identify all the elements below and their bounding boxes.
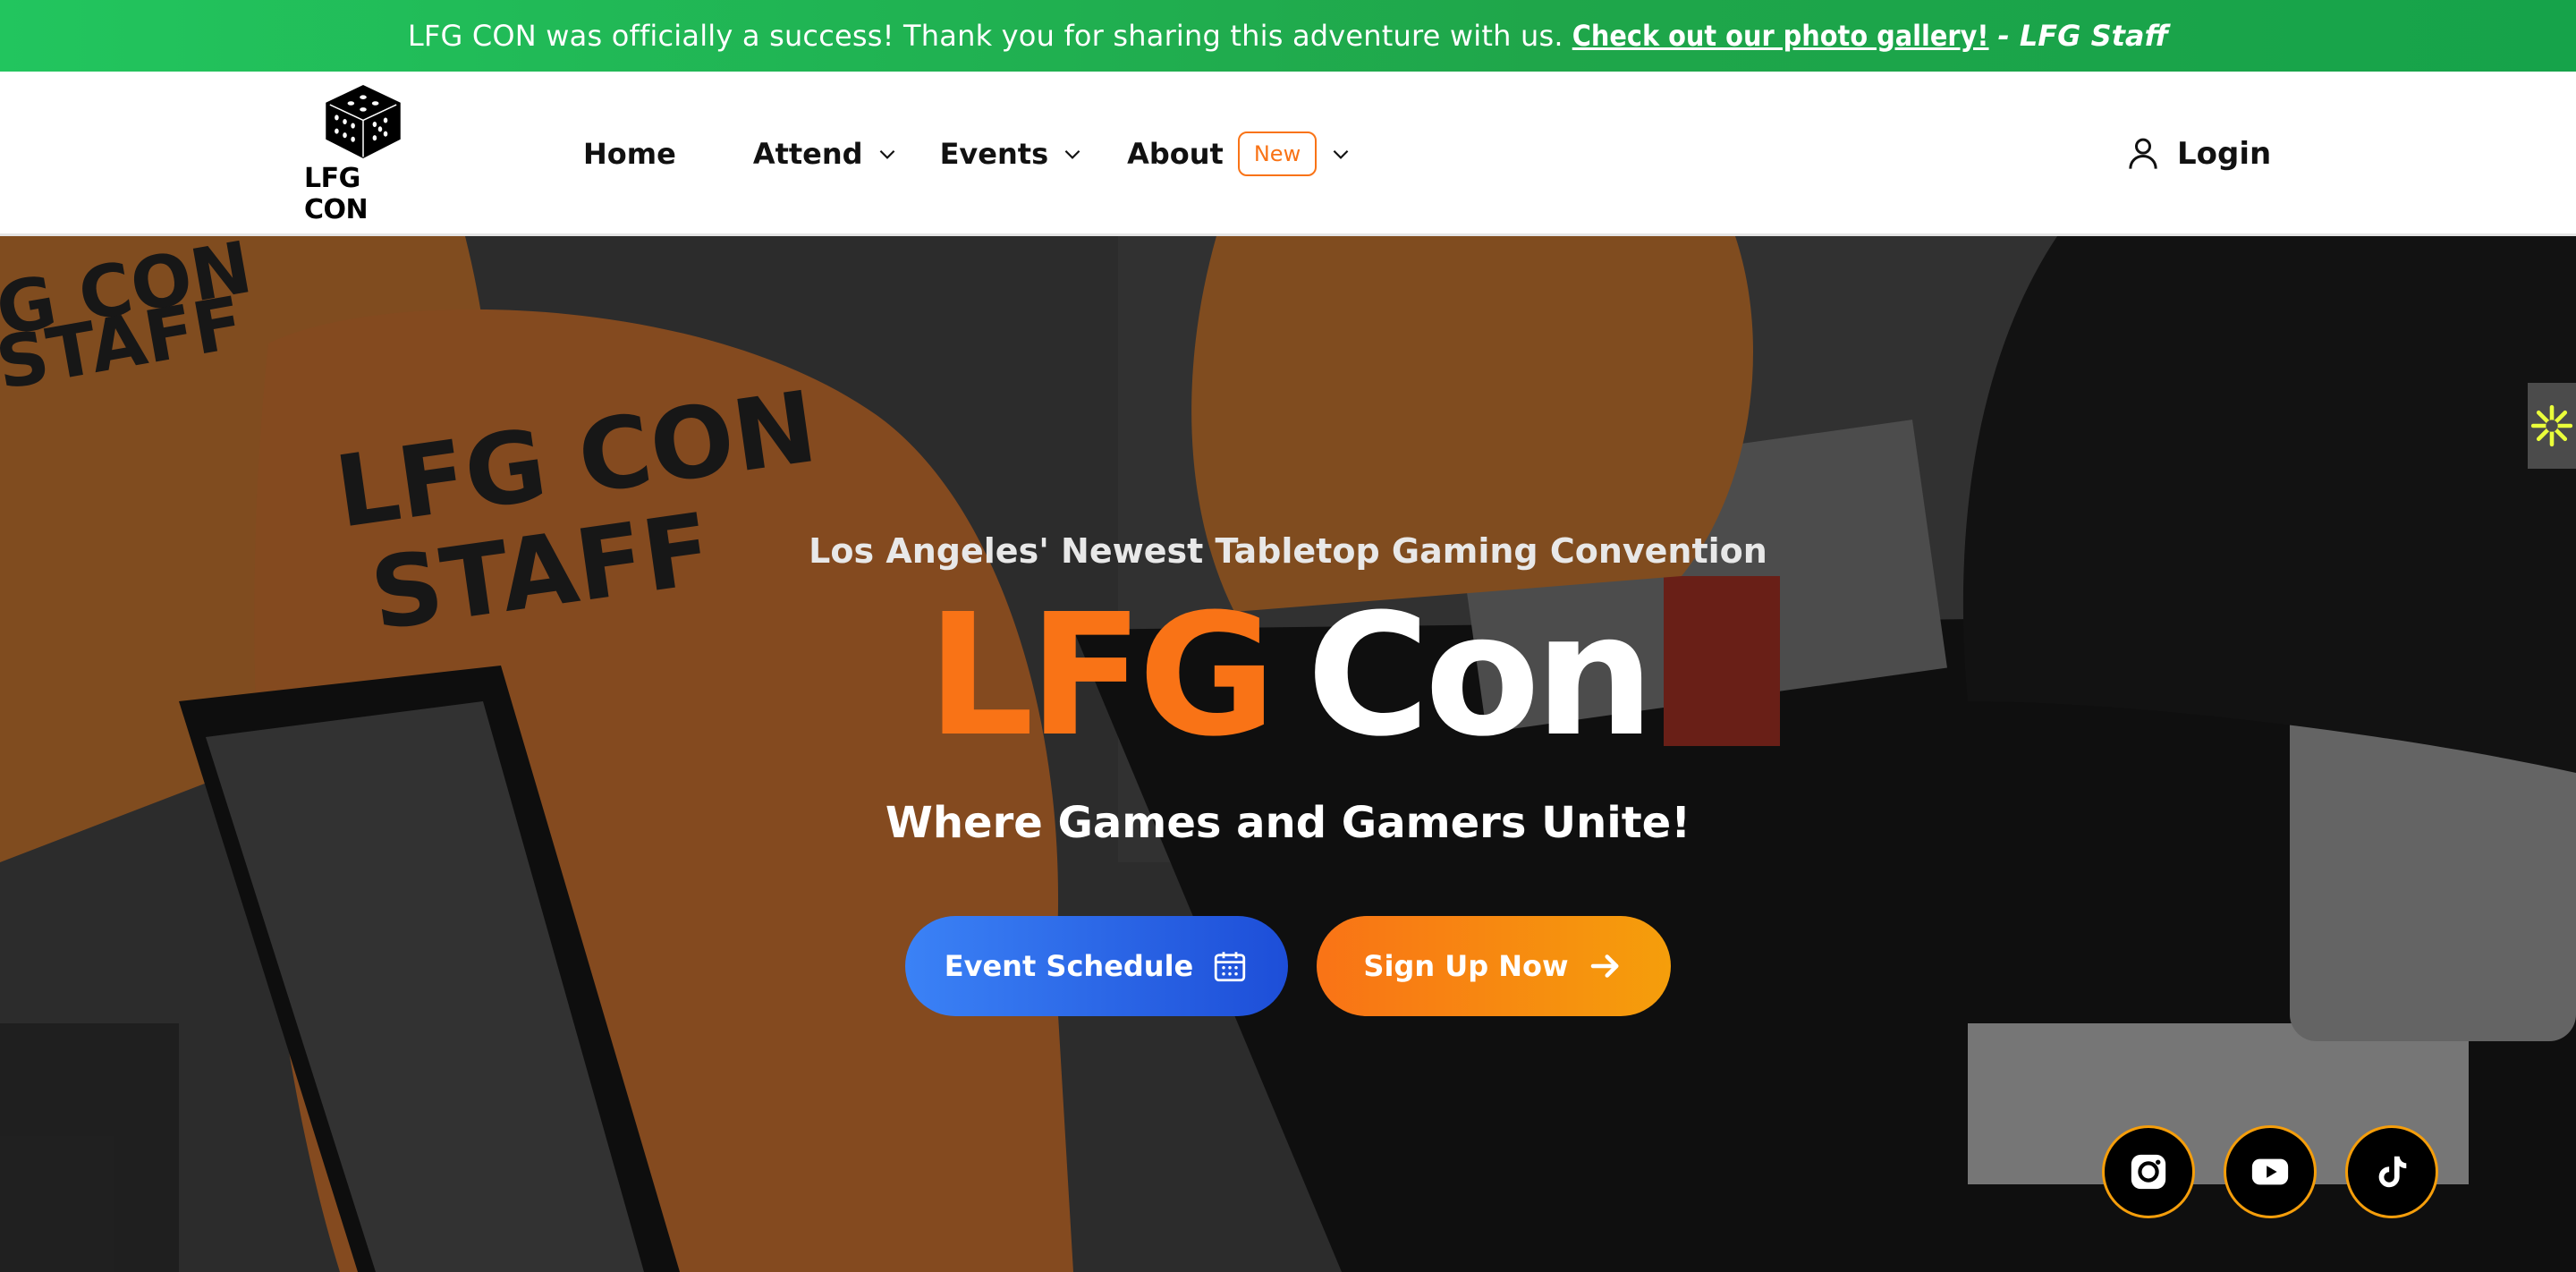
announcement-bar: LFG CON was officially a success! Thank … xyxy=(0,0,2576,72)
chevron-down-icon xyxy=(1333,149,1349,159)
nav-attend-label: Attend xyxy=(752,137,863,171)
youtube-icon xyxy=(2251,1158,2289,1185)
announcement-message: LFG CON was officially a success! Thank … xyxy=(407,19,1563,53)
accessibility-icon xyxy=(2530,404,2573,447)
nav-home-label: Home xyxy=(583,137,676,171)
photo-gallery-link[interactable]: Check out our photo gallery! xyxy=(1572,19,1989,53)
dice-logo-icon xyxy=(326,85,401,158)
nav-events-label: Events xyxy=(939,137,1049,171)
login-button[interactable]: Login xyxy=(2125,72,2271,236)
nav-about-label: About xyxy=(1127,137,1224,171)
chevron-down-icon xyxy=(1064,149,1080,159)
hero-title-con: Con xyxy=(1306,578,1655,774)
new-badge: New xyxy=(1237,131,1318,176)
site-header: LFG CON Home Attend Events About New Log… xyxy=(0,72,2576,236)
chevron-down-icon xyxy=(879,149,894,159)
hero-tagline: Where Games and Gamers Unite! xyxy=(885,798,1691,848)
event-schedule-button[interactable]: Event Schedule xyxy=(905,916,1288,1016)
accessibility-widget[interactable] xyxy=(2528,383,2576,469)
instagram-icon xyxy=(2131,1154,2166,1190)
hero-section: LFG CON STAFF G CON STAFF Los Angeles' N… xyxy=(0,236,2576,1272)
login-label: Login xyxy=(2177,136,2272,172)
hero-title: LFG Con xyxy=(0,592,2576,760)
nav-home[interactable]: Home xyxy=(583,137,676,171)
sign-up-label: Sign Up Now xyxy=(1363,949,1569,983)
hero-subtitle: Los Angeles' Newest Tabletop Gaming Conv… xyxy=(809,531,1767,571)
announcement-signature: - LFG Staff xyxy=(1997,19,2169,53)
tiktok-link[interactable] xyxy=(2345,1125,2438,1218)
user-icon xyxy=(2129,138,2157,169)
tiktok-icon xyxy=(2378,1156,2407,1188)
calendar-icon xyxy=(1215,952,1246,982)
main-nav: Home Attend Events About New xyxy=(583,72,1352,236)
nav-attend[interactable]: Attend xyxy=(753,137,899,171)
nav-about[interactable]: About New xyxy=(1127,131,1352,176)
sign-up-button[interactable]: Sign Up Now xyxy=(1317,916,1671,1016)
arrow-right-icon xyxy=(1590,954,1619,978)
nav-events[interactable]: Events xyxy=(940,137,1085,171)
hero-title-lfg: LFG xyxy=(927,578,1276,774)
youtube-link[interactable] xyxy=(2224,1125,2317,1218)
logo-text: LFG CON xyxy=(304,163,369,225)
instagram-link[interactable] xyxy=(2102,1125,2195,1218)
event-schedule-label: Event Schedule xyxy=(944,949,1194,983)
site-logo[interactable]: LFG CON xyxy=(304,82,422,225)
